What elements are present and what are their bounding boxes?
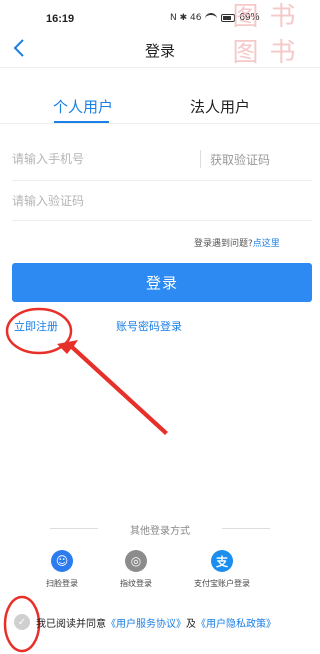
alipay-login-label: 支付宝账户登录 [194,579,250,588]
watermark-stamp: 图书 图书 [232,2,298,68]
phone-input[interactable] [12,148,192,170]
agreement-row: ✓ 我已阅读并同意 《用户服务协议》 及 《用户隐私政策》 [14,614,276,630]
signal-icons: N ✱ 46 [170,12,202,23]
other-login-title: 其他登录方式 [130,526,190,537]
divider-right [222,528,270,529]
face-login-option[interactable]: ☺ 扫脸登录 [22,550,102,589]
fingerprint-login-label: 指纹登录 [120,579,152,588]
password-login-link[interactable]: 账号密码登录 [116,318,182,334]
face-login-label: 扫脸登录 [46,579,78,588]
register-link[interactable]: 立即注册 [14,318,58,334]
nav-divider [0,67,320,68]
agreement-checkbox[interactable]: ✓ [14,614,30,630]
alipay-login-option[interactable]: 支 支付宝账户登录 [182,550,262,589]
agreement-and: 及 [186,618,196,630]
status-time: 16:19 [46,13,75,25]
privacy-policy-link[interactable]: 《用户隐私政策》 [196,615,276,630]
service-agreement-link[interactable]: 《用户服务协议》 [106,615,186,630]
wifi-icon [205,13,218,22]
tab-personal-user[interactable]: 个人用户 [53,96,113,117]
verification-code-input[interactable] [12,190,212,212]
face-scan-icon: ☺ [51,550,73,572]
page-title: 登录 [144,42,175,60]
login-help-link[interactable]: 点这里 [253,239,280,249]
code-underline [12,220,312,221]
tabs-divider [0,123,320,124]
alipay-icon: 支 [211,550,233,572]
fingerprint-icon: ◎ [125,550,147,572]
login-help: 登录遇到问题?点这里 [194,236,280,249]
phone-underline [12,180,312,181]
annotation-arrow [57,340,168,435]
login-button[interactable]: 登录 [12,263,312,302]
login-help-text: 登录遇到问题? [194,239,253,249]
tab-corporate-user[interactable]: 法人用户 [190,96,250,117]
get-code-button[interactable]: 获取验证码 [210,151,270,168]
input-divider [200,150,201,168]
agreement-prefix: 我已阅读并同意 [36,618,106,630]
fingerprint-login-option[interactable]: ◎ 指纹登录 [96,550,176,589]
